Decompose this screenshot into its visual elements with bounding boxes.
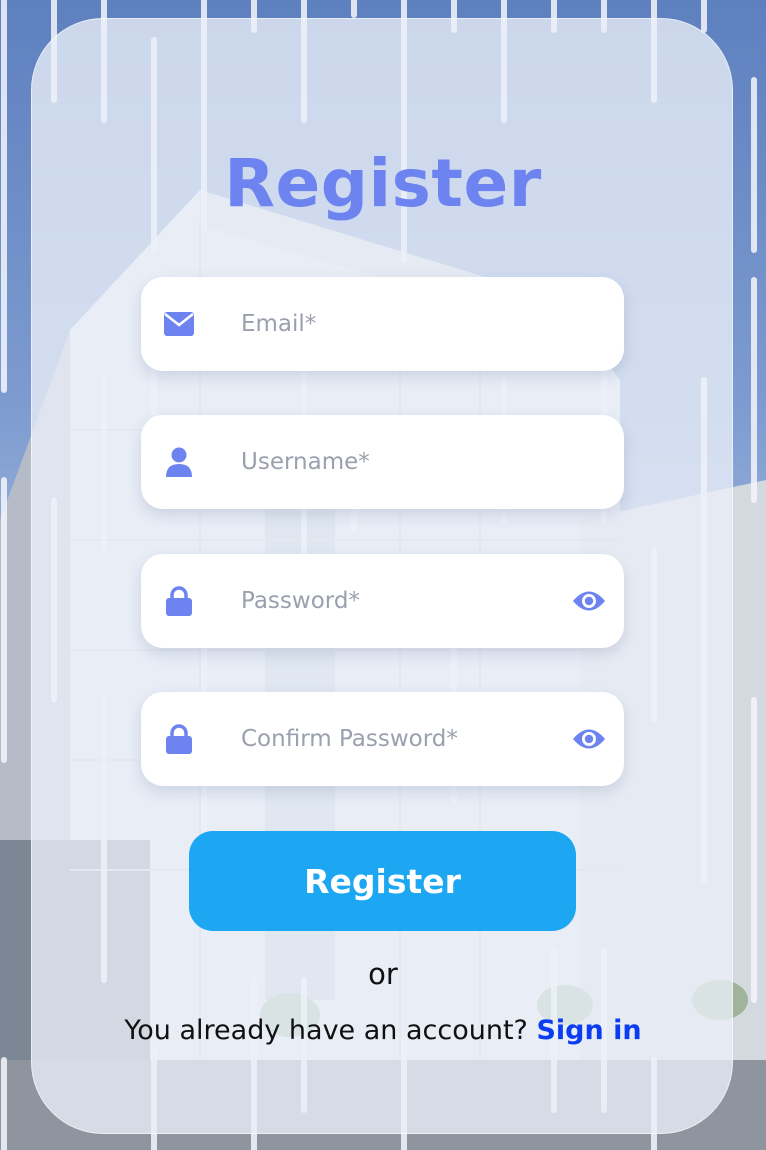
- password-input[interactable]: [241, 554, 561, 648]
- lock-icon: [163, 724, 195, 754]
- show-confirm-password-eye-icon[interactable]: [572, 723, 606, 755]
- register-card: Register Email* Username* Register or Yo…: [31, 18, 733, 1134]
- username-input[interactable]: [241, 415, 561, 509]
- signin-prompt: You already have an account? Sign in: [32, 1015, 732, 1046]
- signin-link[interactable]: Sign in: [536, 1015, 641, 1046]
- confirm-password-field[interactable]: [141, 692, 624, 786]
- confirm-password-input[interactable]: [241, 692, 561, 786]
- page-title: Register: [224, 145, 542, 222]
- envelope-icon: [163, 309, 195, 339]
- password-field[interactable]: [141, 554, 624, 648]
- email-field[interactable]: [141, 277, 624, 371]
- show-password-eye-icon[interactable]: [572, 585, 606, 617]
- separator-text: or: [368, 957, 398, 991]
- lock-icon: [163, 586, 195, 616]
- register-button[interactable]: Register: [189, 831, 576, 931]
- email-input[interactable]: [241, 277, 561, 371]
- username-field[interactable]: [141, 415, 624, 509]
- user-icon: [163, 447, 195, 477]
- signin-prompt-text: You already have an account?: [124, 1015, 528, 1046]
